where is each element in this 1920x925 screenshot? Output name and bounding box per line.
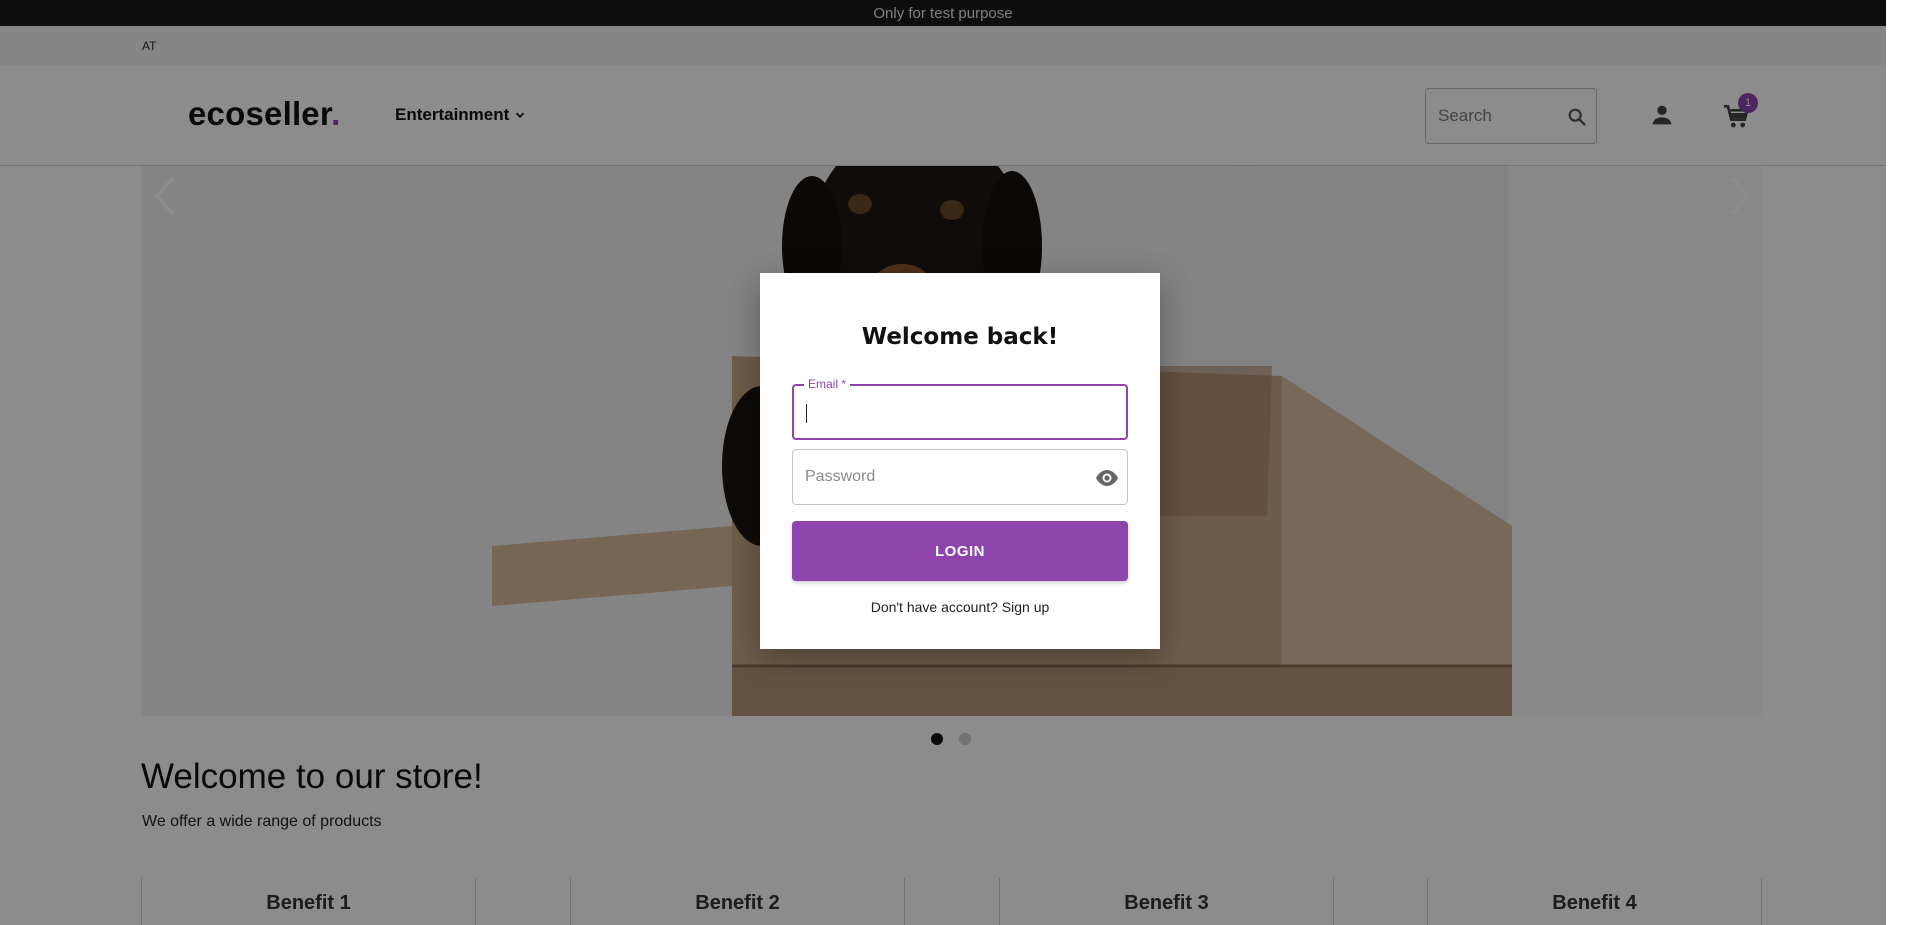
eye-icon[interactable]	[1095, 466, 1119, 490]
text-caret	[806, 404, 807, 423]
signup-link[interactable]: Sign up	[1002, 599, 1049, 615]
email-field[interactable]: Email *	[792, 377, 1128, 440]
login-title: Welcome back!	[861, 324, 1059, 350]
scrollbar-track[interactable]	[1886, 0, 1920, 925]
login-modal: Welcome back! Email * LOGIN Don't have a…	[760, 273, 1160, 649]
email-input[interactable]	[806, 386, 1106, 438]
signup-prompt-text: Don't have account?	[870, 599, 998, 615]
page: Only for test purpose AT ecoseller. Ente…	[0, 0, 1886, 925]
password-field[interactable]	[792, 449, 1128, 505]
login-button[interactable]: LOGIN	[792, 521, 1128, 581]
password-input[interactable]	[805, 450, 1105, 504]
signup-prompt: Don't have account? Sign up	[760, 599, 1160, 615]
